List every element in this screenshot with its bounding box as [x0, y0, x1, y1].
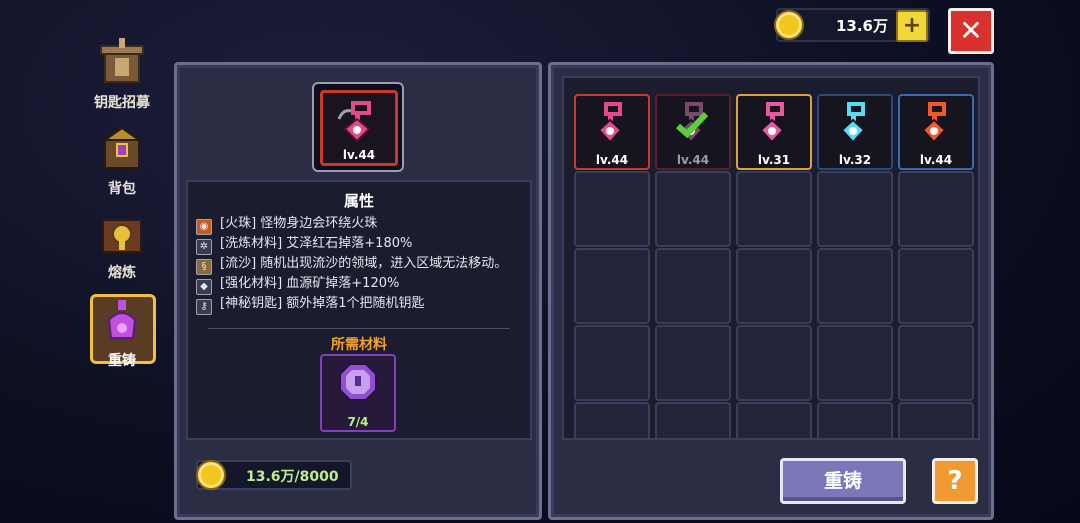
backpack-chest-icon: [101, 126, 143, 169]
currency-amount: 13.6万: [835, 17, 888, 35]
empty-inventory-slot[interactable]: [655, 325, 731, 401]
attributes-title: 属性: [343, 192, 374, 210]
empty-inventory-slot[interactable]: [574, 402, 650, 438]
item-level: lv.44: [342, 148, 376, 162]
attributes-box: 属性 ◉ [火珠] 怪物身边会环绕火珠 ✲ [洗炼材料] 艾泽红石掉落+180% §…: [186, 180, 532, 440]
sidebar-item-label: 重铸: [108, 353, 136, 369]
currency-bar: 13.6万 +: [774, 8, 930, 42]
recruit-altar-icon: [100, 38, 144, 83]
attribute-row: ⚷ [神秘钥匙] 额外掉落1个把随机钥匙: [196, 292, 425, 315]
attribute-row: ◆ [强化材料] 血源矿掉落+120%: [196, 272, 399, 295]
recast-button[interactable]: 重铸: [780, 458, 906, 504]
gold-coin-icon: [774, 10, 804, 40]
empty-inventory-slot[interactable]: [574, 248, 650, 324]
key-icon: [840, 102, 866, 144]
help-button[interactable]: ?: [932, 458, 978, 504]
key-icon: ⚷: [196, 299, 212, 315]
key-icon: [759, 102, 785, 144]
item-level: lv.44: [919, 153, 953, 167]
item-level: lv.32: [838, 153, 872, 167]
empty-inventory-slot[interactable]: [898, 402, 974, 438]
key-icon: [337, 101, 371, 143]
cost-value: 13.6万/8000: [246, 469, 339, 485]
empty-inventory-slot[interactable]: [655, 402, 731, 438]
empty-inventory-slot[interactable]: [736, 402, 812, 438]
empty-inventory-slot[interactable]: [655, 248, 731, 324]
empty-inventory-slot[interactable]: [817, 248, 893, 324]
recast-potion-icon: [107, 300, 137, 339]
empty-inventory-slot[interactable]: [898, 325, 974, 401]
sidebar-item-smelt[interactable]: 熔炼: [86, 206, 158, 282]
empty-inventory-slot[interactable]: [736, 325, 812, 401]
sidebar-item-label: 背包: [108, 181, 136, 197]
empty-inventory-slot[interactable]: [817, 171, 893, 247]
sidebar-item-label: 熔炼: [108, 265, 136, 281]
required-materials-title: 所需材料: [331, 337, 387, 353]
attribute-row: ✲ [洗炼材料] 艾泽红石掉落+180%: [196, 232, 412, 255]
inventory-grid: lv.44 lv.44 lv.31 lv.32 lv.44: [562, 76, 980, 440]
inventory-key-slot[interactable]: lv.44: [898, 94, 974, 170]
section-divider: [208, 328, 510, 329]
add-currency-button[interactable]: +: [896, 10, 928, 42]
inventory-key-slot[interactable]: lv.44: [574, 94, 650, 170]
empty-inventory-slot[interactable]: [817, 402, 893, 438]
key-icon: [921, 102, 947, 144]
sidebar-item-recast[interactable]: 重铸: [86, 294, 158, 370]
smelt-furnace-icon: [102, 219, 142, 253]
key-icon: [597, 102, 623, 144]
attribute-row: § [流沙] 随机出现流沙的领域，进入区域无法移动。: [196, 252, 507, 275]
item-level: lv.31: [757, 153, 791, 167]
material-count: 7/4: [347, 415, 369, 429]
item-level: lv.44: [676, 153, 710, 167]
empty-inventory-slot[interactable]: [898, 171, 974, 247]
cost-bar: 13.6万/8000: [196, 460, 352, 490]
sidebar-item-key-recruit[interactable]: 钥匙招募: [86, 36, 158, 112]
empty-inventory-slot[interactable]: [736, 171, 812, 247]
purple-gem-icon: [339, 363, 377, 401]
close-button[interactable]: ✕: [948, 8, 994, 54]
empty-inventory-slot[interactable]: [574, 171, 650, 247]
attribute-row: ◉ [火珠] 怪物身边会环绕火珠: [196, 212, 377, 235]
gold-coin-icon: [196, 460, 226, 490]
sidebar-item-label: 钥匙招募: [94, 95, 150, 111]
key-checked-icon: [676, 102, 709, 144]
inventory-key-slot[interactable]: lv.44: [655, 94, 731, 170]
item-level: lv.44: [595, 153, 629, 167]
empty-inventory-slot[interactable]: [574, 325, 650, 401]
selected-item-slot[interactable]: lv.44: [320, 90, 398, 166]
empty-inventory-slot[interactable]: [817, 325, 893, 401]
inventory-key-slot[interactable]: lv.32: [817, 94, 893, 170]
empty-inventory-slot[interactable]: [736, 248, 812, 324]
selected-item-frame: lv.44: [312, 82, 404, 172]
empty-inventory-slot[interactable]: [898, 248, 974, 324]
inventory-key-slot[interactable]: lv.31: [736, 94, 812, 170]
required-material-slot[interactable]: 7/4: [320, 354, 396, 432]
empty-inventory-slot[interactable]: [655, 171, 731, 247]
sidebar-item-backpack[interactable]: 背包: [86, 122, 158, 198]
